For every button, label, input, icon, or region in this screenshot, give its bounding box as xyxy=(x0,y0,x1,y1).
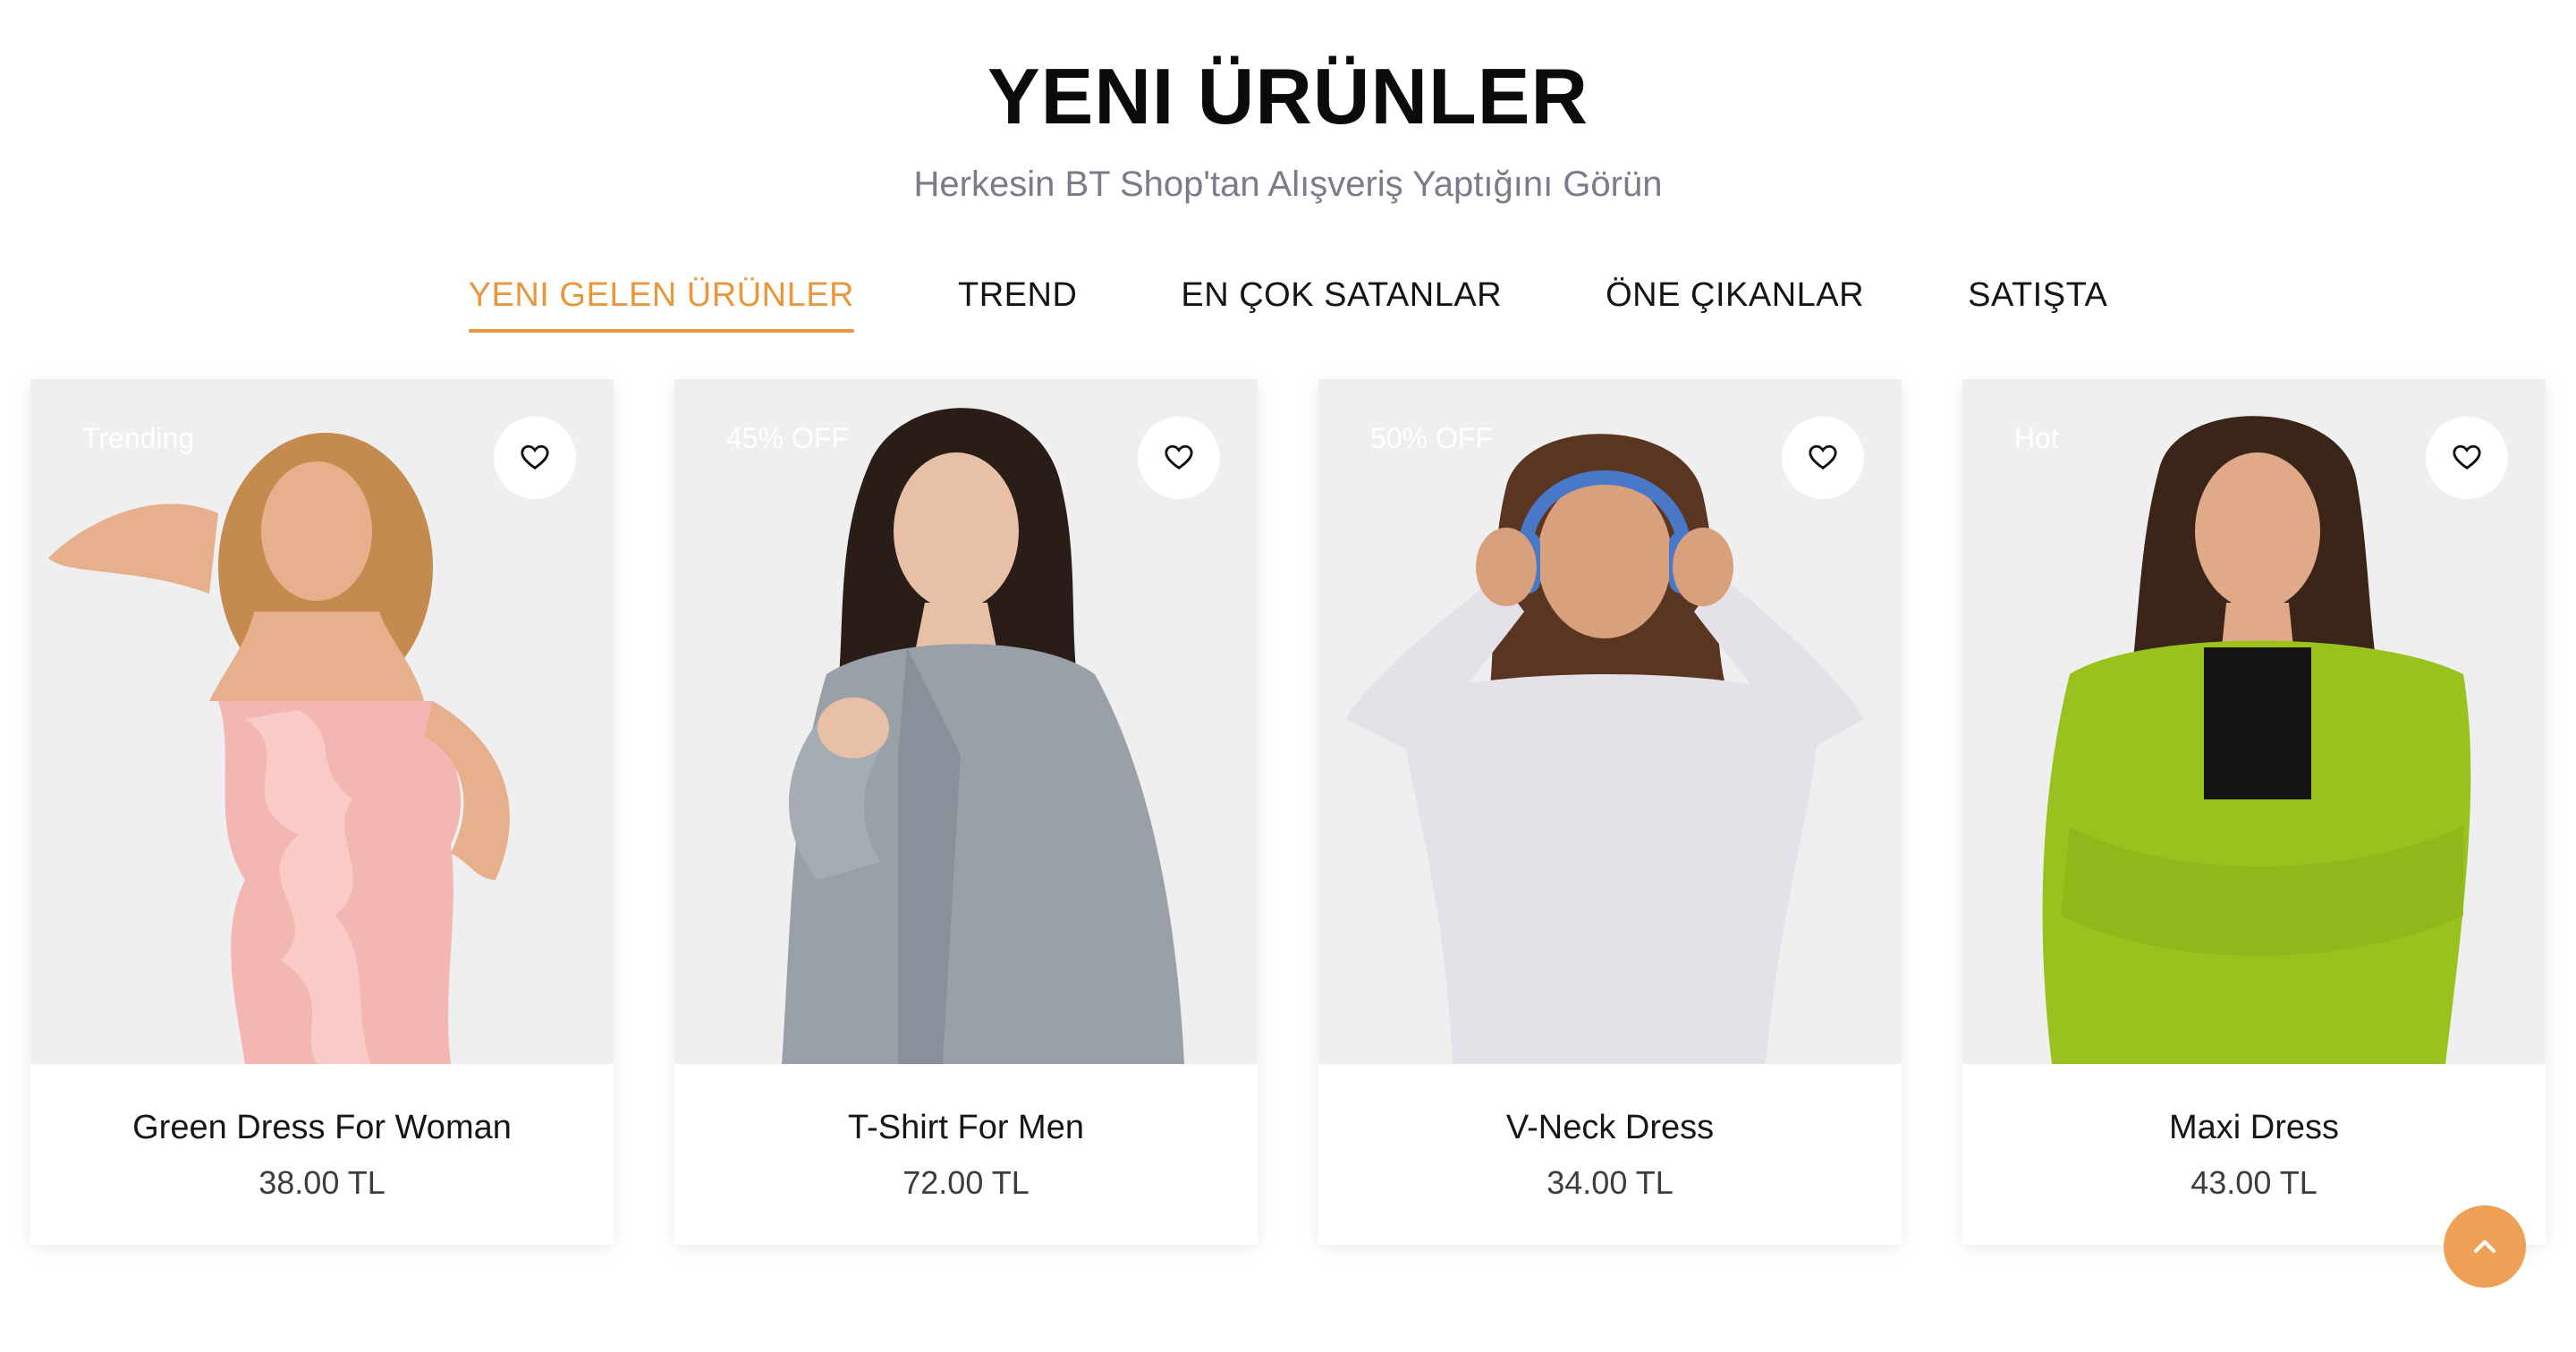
figure-hand-left xyxy=(1476,528,1537,606)
figure-hand xyxy=(818,697,889,758)
figure-neck xyxy=(2222,603,2293,647)
product-grid: Trending Green Dress For Woman 38.00 TL xyxy=(30,379,2546,1246)
product-card[interactable]: Hot Maxi Dress 43.00 TL xyxy=(1962,379,2546,1245)
product-badge: Trending xyxy=(82,422,195,454)
product-info: T-Shirt For Men 72.00 TL xyxy=(674,1064,1258,1245)
scroll-top-button[interactable] xyxy=(2444,1205,2526,1288)
figure-top xyxy=(2204,647,2311,799)
product-info: Green Dress For Woman 38.00 TL xyxy=(30,1064,614,1245)
product-badge: 45% OFF xyxy=(726,422,849,454)
product-price: 38.00 TL xyxy=(258,1164,386,1201)
product-image[interactable]: 50% OFF xyxy=(1318,379,1902,1064)
wishlist-button[interactable] xyxy=(1138,417,1220,499)
product-card[interactable]: Trending Green Dress For Woman 38.00 TL xyxy=(30,379,614,1245)
tab-trend[interactable]: TREND xyxy=(958,268,1077,333)
product-name[interactable]: Maxi Dress xyxy=(2169,1103,2339,1153)
figure-head xyxy=(894,452,1019,610)
product-price: 43.00 TL xyxy=(2190,1164,2318,1201)
product-card[interactable]: 50% OFF V-Neck Dress 34.00 TL xyxy=(1318,379,1902,1245)
product-name[interactable]: Green Dress For Woman xyxy=(132,1103,512,1153)
arrow-up-icon xyxy=(2473,1239,2496,1254)
heart-icon xyxy=(1809,444,1837,470)
tab-on-sale[interactable]: SATIŞTA xyxy=(1968,268,2107,333)
tab-new-arrivals[interactable]: YENI GELEN ÜRÜNLER xyxy=(468,268,855,333)
figure-arm xyxy=(48,503,218,594)
product-image[interactable]: 45% OFF xyxy=(674,379,1258,1064)
wishlist-button[interactable] xyxy=(1782,417,1864,499)
product-price: 34.00 TL xyxy=(1546,1164,1674,1201)
wishlist-button[interactable] xyxy=(494,417,576,499)
product-badge: Hot xyxy=(2014,422,2059,454)
product-price: 72.00 TL xyxy=(902,1164,1030,1201)
section-subtitle: Herkesin BT Shop'tan Alışveriş Yaptığını… xyxy=(913,165,1663,204)
figure-neck xyxy=(916,603,996,647)
product-image[interactable]: Hot xyxy=(1962,379,2546,1064)
product-badge: 50% OFF xyxy=(1370,422,1493,454)
product-image[interactable]: Trending xyxy=(30,379,614,1064)
figure-outfit xyxy=(1399,674,1819,1064)
section-title: YENI ÜRÜNLER xyxy=(987,52,1589,140)
figure-hand-right xyxy=(1673,528,1733,606)
tab-featured[interactable]: ÖNE ÇIKANLAR xyxy=(1606,268,1864,333)
product-name[interactable]: V-Neck Dress xyxy=(1506,1103,1714,1153)
figure-head xyxy=(2195,452,2320,610)
product-tabs: YENI GELEN ÜRÜNLER TREND EN ÇOK SATANLAR… xyxy=(0,268,2576,333)
heart-icon xyxy=(1165,444,1193,470)
heart-icon xyxy=(521,444,549,470)
figure-head xyxy=(1538,477,1672,638)
product-name[interactable]: T-Shirt For Men xyxy=(848,1103,1084,1153)
product-info: V-Neck Dress 34.00 TL xyxy=(1318,1064,1902,1245)
figure-head xyxy=(261,461,372,601)
product-card[interactable]: 45% OFF T-Shirt For Men 72.00 TL xyxy=(674,379,1258,1245)
heart-icon xyxy=(2453,444,2481,470)
wishlist-button[interactable] xyxy=(2426,417,2508,499)
tab-best-sellers[interactable]: EN ÇOK SATANLAR xyxy=(1181,268,1502,333)
